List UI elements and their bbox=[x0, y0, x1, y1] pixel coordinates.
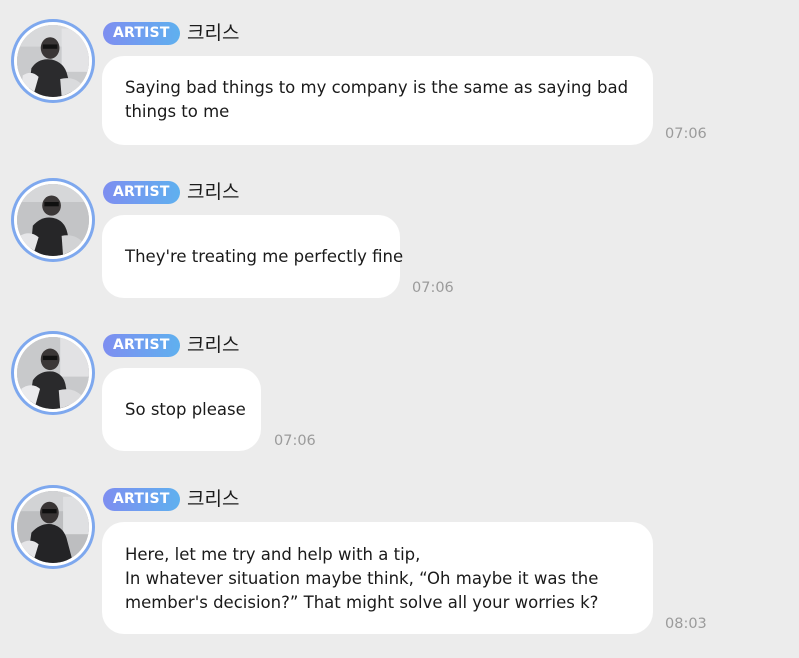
message-bubble[interactable]: Saying bad things to my company is the s… bbox=[102, 56, 653, 145]
message-bubble[interactable]: So stop please bbox=[102, 368, 261, 451]
message-bubble[interactable]: Here, let me try and help with a tip, In… bbox=[102, 522, 653, 634]
message-text-line: Saying bad things to my company is the s… bbox=[125, 78, 629, 97]
profile-photo-icon bbox=[17, 337, 89, 409]
message-timestamp: 07:06 bbox=[274, 433, 316, 449]
profile-photo-icon bbox=[17, 25, 89, 97]
message-bubble[interactable]: They're treating me perfectly fine bbox=[102, 215, 404, 298]
profile-photo-icon bbox=[17, 184, 89, 256]
avatar[interactable] bbox=[11, 485, 95, 569]
message-text-line: member's decision?” That might solve all… bbox=[125, 593, 599, 612]
avatar[interactable] bbox=[11, 19, 95, 103]
message-text-line: So stop please bbox=[125, 400, 246, 419]
profile-photo-icon bbox=[17, 491, 89, 563]
chat-message: ARTIST 크리스 They're treating me perfectly… bbox=[0, 178, 799, 302]
message-text-line: They're treating me perfectly fine bbox=[125, 247, 404, 266]
chat-message: ARTIST 크리스 So stop please 07:06 bbox=[0, 331, 799, 455]
artist-badge: ARTIST bbox=[103, 488, 180, 511]
sender-name: 크리스 bbox=[187, 22, 240, 44]
message-text-line: things to me bbox=[125, 102, 230, 121]
sender-name: 크리스 bbox=[187, 334, 240, 356]
artist-badge: ARTIST bbox=[103, 181, 180, 204]
message-timestamp: 07:06 bbox=[412, 280, 454, 296]
chat-message: ARTIST 크리스 Here, let me try and help wit… bbox=[0, 485, 799, 635]
message-timestamp: 07:06 bbox=[665, 126, 707, 142]
sender-name: 크리스 bbox=[187, 488, 240, 510]
avatar[interactable] bbox=[11, 331, 95, 415]
avatar[interactable] bbox=[11, 178, 95, 262]
message-text-line: In whatever situation maybe think, “Oh m… bbox=[125, 569, 599, 588]
sender-name: 크리스 bbox=[187, 181, 240, 203]
message-timestamp: 08:03 bbox=[665, 616, 707, 632]
message-text-line: Here, let me try and help with a tip, bbox=[125, 545, 421, 564]
artist-badge: ARTIST bbox=[103, 22, 180, 45]
chat-message: ARTIST 크리스 Saying bad things to my compa… bbox=[0, 19, 799, 149]
artist-badge: ARTIST bbox=[103, 334, 180, 357]
